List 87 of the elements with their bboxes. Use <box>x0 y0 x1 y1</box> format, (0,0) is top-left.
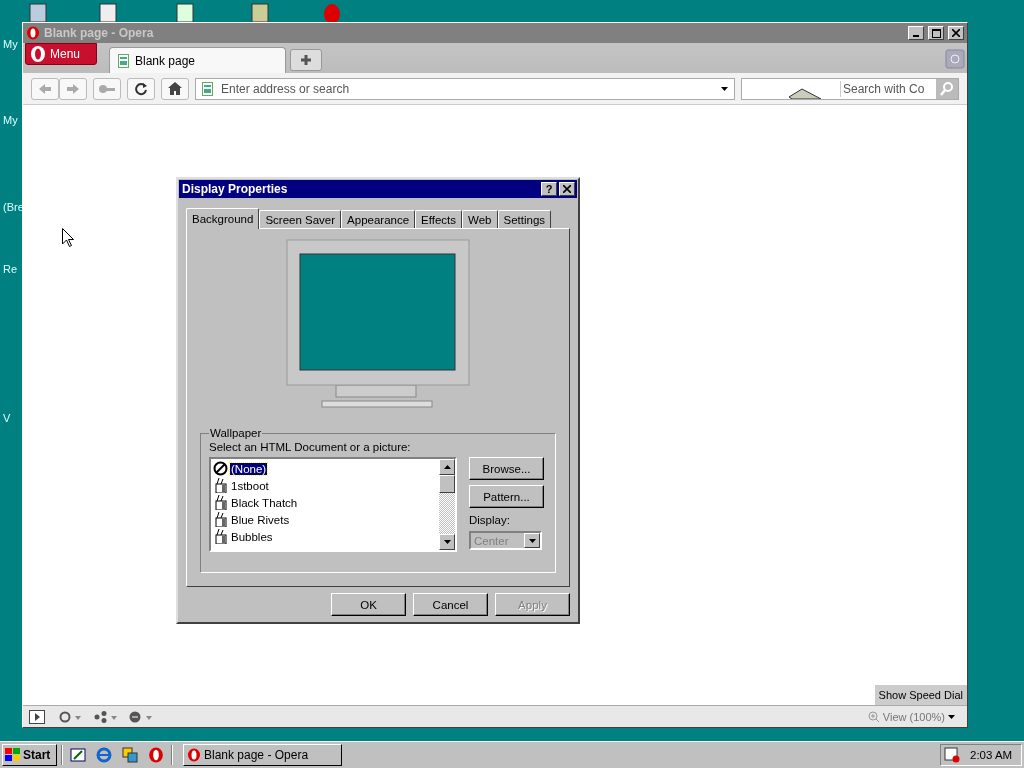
scroll-thumb[interactable] <box>439 475 455 493</box>
search-engine-icon <box>788 86 822 99</box>
opera-logo-icon <box>148 747 164 763</box>
list-item[interactable]: Blue Rivets <box>230 513 291 526</box>
right-arrow-icon <box>66 82 80 95</box>
dropdown-value: Center <box>474 534 509 547</box>
reload-icon <box>134 81 148 96</box>
clock: 2:03 AM <box>970 749 1013 761</box>
dialog-tab[interactable]: Effects <box>415 210 463 228</box>
close-icon <box>952 29 960 37</box>
dialog-tab[interactable]: Appearance <box>341 210 416 228</box>
down-arrow-icon <box>948 714 955 719</box>
list-item[interactable]: Black Thatch <box>230 496 299 509</box>
search-bar[interactable]: Search with Co <box>741 77 959 100</box>
windows-flag-icon <box>5 748 21 762</box>
left-arrow-icon <box>38 82 52 95</box>
wallpaper-list[interactable]: (None) 1stboot Black Thatch Blue Rivets Bubbles <box>209 457 457 552</box>
close-button[interactable] <box>948 26 964 40</box>
dialog-title: Display Properties <box>182 182 289 196</box>
dialog-tab[interactable]: Screen Saver <box>259 210 342 228</box>
taskbar-button[interactable]: Blank page - Opera <box>183 744 342 766</box>
start-button[interactable]: Start <box>2 744 57 766</box>
page-icon <box>118 53 129 68</box>
globe-icon <box>96 747 112 763</box>
dialog-button[interactable]: Browse... <box>469 457 544 480</box>
maximize-icon <box>931 28 941 38</box>
list-item[interactable]: Bubbles <box>230 530 274 543</box>
desktop-icon <box>70 747 86 763</box>
list-label: Select an HTML Document or a picture: <box>209 441 412 453</box>
key-icon <box>98 83 116 94</box>
show-speed-dial-button[interactable]: Show Speed Dial <box>874 685 967 705</box>
scroll-down-button[interactable] <box>439 534 455 550</box>
list-item[interactable]: 1stboot <box>230 479 270 492</box>
minimize-button[interactable] <box>908 26 924 40</box>
opera-logo-icon <box>187 748 201 762</box>
down-arrow-icon <box>528 538 536 543</box>
down-arrow-icon <box>443 540 451 544</box>
dialog-tab[interactable]: Settings <box>497 210 552 228</box>
group-label: Wallpaper <box>209 427 263 439</box>
desktop-icon-label: My <box>3 38 18 50</box>
down-arrow-icon <box>721 86 728 91</box>
list-item[interactable]: (None) <box>230 462 268 475</box>
dialog-tab[interactable]: Background <box>186 208 260 229</box>
zoom-button[interactable]: View (100%) <box>861 709 961 724</box>
opera-logo-icon <box>26 26 40 40</box>
no-symbol-icon <box>213 461 228 476</box>
desktop-shortcut-icon[interactable] <box>98 0 118 22</box>
dialog-button[interactable]: OK <box>331 593 406 616</box>
desktop-shortcut-icon[interactable] <box>175 0 195 22</box>
browser-tab[interactable]: Blank page <box>109 47 286 73</box>
page-icon <box>202 81 213 96</box>
magnifier-icon <box>867 710 880 723</box>
home-button[interactable] <box>161 77 189 100</box>
home-icon <box>168 82 182 95</box>
desktop-shortcut-icon[interactable] <box>250 0 270 22</box>
address-bar[interactable]: Enter address or search <box>195 77 735 100</box>
close-icon <box>563 185 571 193</box>
plus-icon <box>300 54 312 66</box>
opera-logo-icon <box>30 45 46 63</box>
paint-bucket-icon <box>213 512 228 527</box>
close-button[interactable] <box>559 182 575 196</box>
help-button[interactable]: ? <box>541 182 557 196</box>
scrollbar[interactable] <box>439 459 455 550</box>
dialog-tab[interactable]: Web <box>462 210 498 228</box>
reload-button[interactable] <box>127 77 155 100</box>
paint-bucket-icon <box>213 529 228 544</box>
up-arrow-icon <box>443 465 451 469</box>
address-field[interactable]: Enter address or search <box>219 80 715 97</box>
desktop-icon-label: My <box>3 114 18 126</box>
desktop-icon-label: V <box>3 412 11 424</box>
turbo-icon[interactable] <box>129 710 153 723</box>
share-icon[interactable] <box>93 710 117 723</box>
quick-launch-button[interactable] <box>119 744 141 766</box>
menu-button[interactable]: Menu <box>25 43 97 65</box>
dialog-button[interactable]: Pattern... <box>469 485 544 508</box>
new-tab-button[interactable] <box>290 49 322 71</box>
desktop-icon-label: Re <box>3 263 18 275</box>
scroll-up-button[interactable] <box>439 459 455 475</box>
paint-bucket-icon <box>213 495 228 510</box>
maximize-button[interactable] <box>928 26 944 40</box>
panel-toggle-icon[interactable] <box>29 709 45 724</box>
paint-bucket-icon <box>213 478 228 493</box>
desktop-shortcut-icon[interactable] <box>28 0 48 22</box>
dialog-button[interactable]: Cancel <box>413 593 488 616</box>
mouse-cursor-icon <box>62 228 74 247</box>
window-title: Blank page - Opera <box>44 26 155 40</box>
display-label: Display: <box>469 514 511 526</box>
